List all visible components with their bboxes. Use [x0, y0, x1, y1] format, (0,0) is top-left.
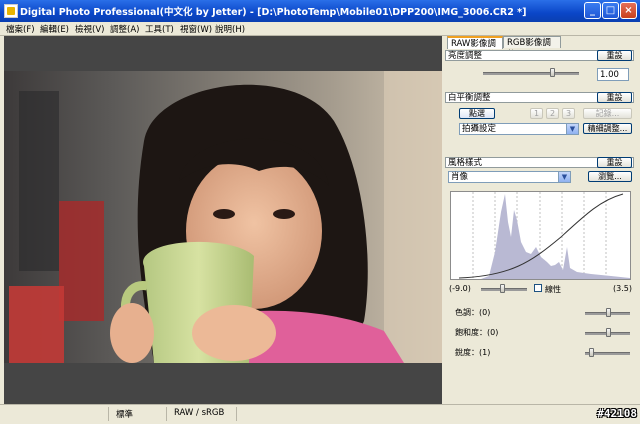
menu-bar: 檔案(F) 編輯(E) 檢視(V) 調整(A) 工具(T) 視窗(W) 說明(H… [0, 22, 640, 36]
linear-checkbox[interactable] [534, 284, 542, 292]
status-divider [236, 407, 237, 421]
brightness-reset-button[interactable]: 重設 [597, 50, 632, 61]
menu-window[interactable]: 視窗(W) [180, 23, 212, 35]
menu-edit[interactable]: 編輯(E) [40, 23, 69, 35]
chevron-down-icon: ▼ [566, 124, 578, 134]
wb-register-button[interactable]: 記錄... [583, 108, 632, 119]
picture-style-select[interactable]: 肖像 ▼ [448, 171, 571, 183]
white-balance-select-value: 拍攝設定 [462, 124, 497, 134]
status-divider [166, 407, 167, 421]
saturation-slider-thumb[interactable] [606, 328, 611, 337]
photo-preview [4, 71, 442, 363]
picture-style-browse-button[interactable]: 瀏覽... [588, 171, 632, 182]
brightness-value-field[interactable]: 1.00 [597, 68, 629, 81]
menu-view[interactable]: 檢視(V) [75, 23, 104, 35]
range-slider-thumb[interactable] [500, 284, 505, 293]
tone-label: 色調：(0) [455, 308, 491, 317]
maximize-icon[interactable]: □ [602, 2, 619, 19]
status-cell-format: RAW / sRGB [174, 408, 225, 418]
chevron-down-icon: ▼ [558, 172, 570, 182]
close-icon[interactable]: × [620, 2, 637, 19]
sharpness-slider-thumb[interactable] [589, 348, 594, 357]
range-max-label: (3.5) [613, 284, 632, 293]
window-title: Digital Photo Professional(中文化 by Jetter… [20, 7, 527, 18]
dpp-app-icon[interactable] [4, 4, 18, 18]
range-min-label: (-9.0) [449, 284, 471, 293]
title-bar: Digital Photo Professional(中文化 by Jetter… [0, 0, 640, 22]
sharpness-label: 銳度：(1) [455, 348, 491, 357]
picture-style-title: 風格樣式 [448, 158, 483, 168]
white-balance-select[interactable]: 拍攝設定 ▼ [459, 123, 579, 135]
menu-adjust[interactable]: 調整(A) [110, 23, 139, 35]
menu-file[interactable]: 檔案(F) [6, 23, 35, 35]
wb-preset-3-button[interactable]: 3 [562, 108, 575, 119]
image-canvas[interactable] [4, 36, 442, 404]
linear-label: 線性 [545, 285, 561, 294]
tone-curve-histogram[interactable] [450, 191, 631, 280]
tab-rgb-adjust[interactable]: RGB影像調整 [503, 36, 561, 60]
status-divider [108, 407, 109, 421]
picture-style-select-value: 肖像 [451, 172, 469, 182]
tab-raw-adjust[interactable]: RAW影像調整 [447, 36, 503, 61]
wb-fine-tune-button[interactable]: 精細調整... [583, 123, 632, 134]
wb-preset-2-button[interactable]: 2 [546, 108, 559, 119]
white-balance-title: 白平衡調整 [448, 93, 491, 103]
status-cell-style: 標準 [116, 410, 134, 420]
brightness-slider-thumb[interactable] [550, 68, 555, 77]
brightness-slider-track[interactable] [483, 72, 579, 75]
saturation-label: 飽和度：(0) [455, 328, 499, 337]
tone-slider-thumb[interactable] [606, 308, 611, 317]
menu-help[interactable]: 說明(H) [215, 23, 245, 35]
status-bar: 標準 RAW / sRGB #42108 [0, 404, 640, 424]
watermark-label: #42108 [597, 407, 637, 420]
wb-preset-1-button[interactable]: 1 [530, 108, 543, 119]
menu-tools[interactable]: 工具(T) [145, 23, 174, 35]
adjustment-panel: RAW影像調整 RGB影像調整 亮度調整 重設 1.00 白平衡調整 重設 點選… [445, 36, 637, 402]
click-white-balance-button[interactable]: 點選 [459, 108, 495, 119]
brightness-title: 亮度調整 [448, 51, 483, 61]
white-balance-reset-button[interactable]: 重設 [597, 92, 632, 103]
picture-style-reset-button[interactable]: 重設 [597, 157, 632, 168]
minimize-icon[interactable]: _ [584, 2, 601, 19]
